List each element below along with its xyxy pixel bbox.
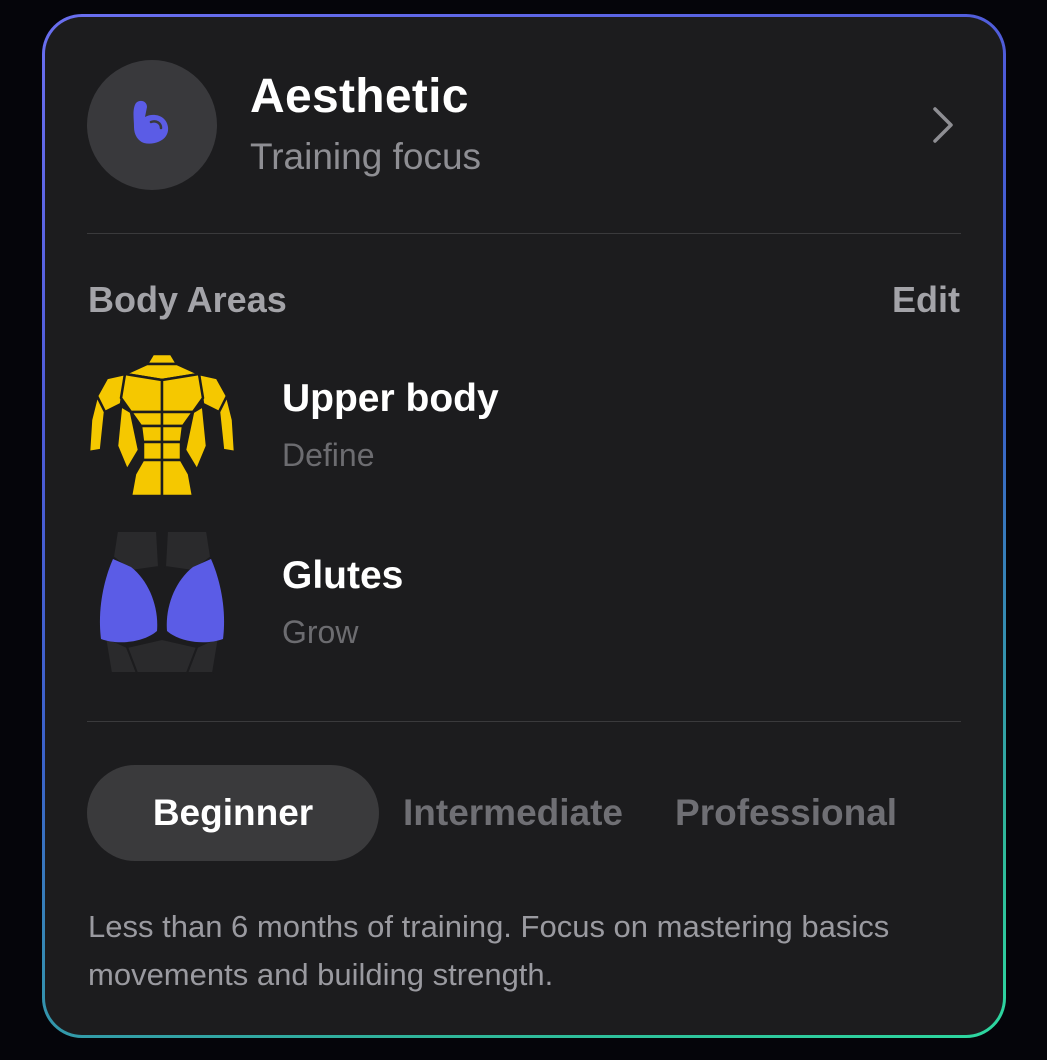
level-description: Less than 6 months of training. Focus on… — [88, 909, 890, 992]
glutes-muscles-icon — [99, 530, 225, 674]
body-area-name: Upper body — [282, 377, 499, 420]
level-option-professional[interactable]: Professional — [675, 765, 897, 861]
focus-avatar — [87, 60, 217, 190]
training-focus-row[interactable]: Aesthetic Training focus — [87, 59, 963, 191]
body-area-goal: Define — [282, 437, 375, 473]
body-areas-header: Body Areas Edit — [88, 279, 960, 321]
level-option-intermediate[interactable]: Intermediate — [403, 765, 623, 861]
body-area-item[interactable]: Glutes Grow — [87, 527, 403, 677]
body-area-name: Glutes — [282, 554, 404, 597]
training-focus-card: Aesthetic Training focus Body Areas Edit — [45, 17, 1003, 1035]
body-areas-title: Body Areas — [88, 279, 287, 320]
divider — [87, 721, 961, 722]
upper-body-muscles-icon — [87, 352, 237, 498]
flexed-bicep-icon — [133, 100, 169, 144]
body-area-item[interactable]: Upper body Define — [87, 350, 499, 500]
card-border: Aesthetic Training focus Body Areas Edit — [42, 14, 1006, 1038]
chevron-right-icon[interactable] — [923, 95, 963, 155]
body-area-goal: Grow — [282, 614, 359, 650]
divider — [87, 233, 961, 234]
focus-subtitle: Training focus — [250, 136, 482, 177]
experience-level-selector: Beginner Intermediate Professional — [87, 765, 961, 861]
focus-title: Aesthetic — [250, 70, 469, 123]
edit-button[interactable]: Edit — [892, 279, 960, 321]
level-option-beginner[interactable]: Beginner — [87, 765, 379, 861]
